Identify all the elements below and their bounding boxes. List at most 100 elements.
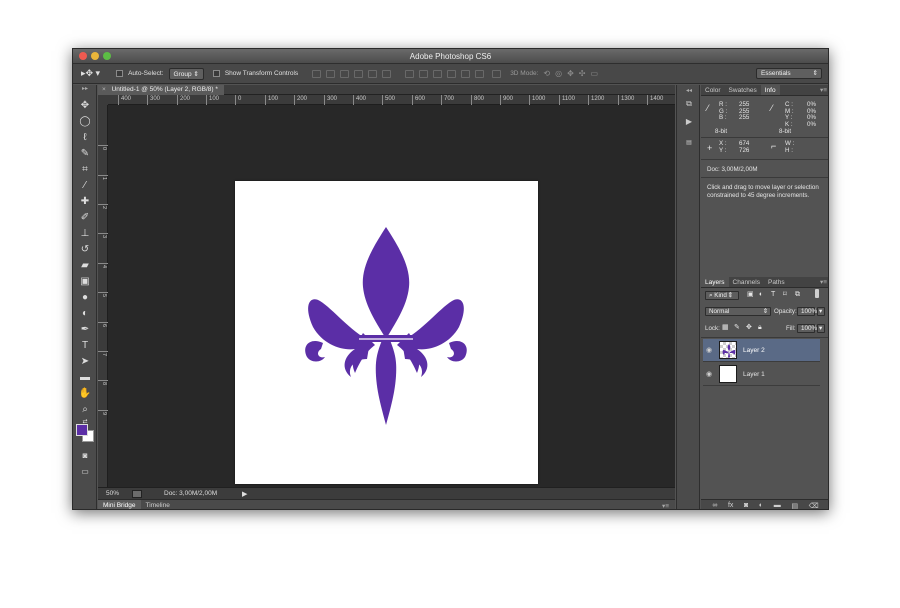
lock-image-icon[interactable]: ✎ [734,324,740,332]
align-vcenter-icon[interactable] [326,69,336,78]
layer-filter-dropdown[interactable]: ⌕ Kind ⇕ [705,291,739,300]
type-tool-icon[interactable]: T [77,339,93,353]
properties-panel-icon[interactable]: ▤ [683,139,695,149]
visibility-eye-icon[interactable]: ◉ [703,370,715,378]
lasso-tool-icon[interactable]: ℓ [77,131,93,145]
workspace-switcher[interactable]: Essentials ⇕ [756,68,822,79]
shape-tool-icon[interactable]: ▬ [77,371,93,385]
document-tab[interactable]: × Untitled-1 @ 50% (Layer 2, RGB/8) * [98,85,224,95]
filter-pixel-icon[interactable]: ▣ [747,291,754,299]
close-button[interactable] [79,52,87,60]
lock-all-icon[interactable]: 🔒︎ [758,324,762,332]
lock-transparent-icon[interactable]: ▦ [722,324,729,332]
layer-mask-icon[interactable]: ◙ [744,502,748,509]
3d-rotate-icon[interactable]: ⟲ [543,69,550,78]
panel-menu-icon[interactable]: ▾≡ [820,85,828,95]
eraser-tool-icon[interactable]: ▰ [77,259,93,273]
layer-row-layer-1[interactable]: ◉ Layer 1 [703,363,820,386]
history-panel-icon[interactable]: ⧉ [683,99,695,109]
distribute-hcenter-icon[interactable] [461,69,471,78]
filter-type-icon[interactable]: T [771,291,775,299]
filter-toggle[interactable] [815,289,819,298]
filter-adjustment-icon[interactable]: ◐ [759,291,763,299]
distribute-top-icon[interactable] [405,69,415,78]
opacity-slider-button[interactable]: ▾ [817,307,825,316]
minimize-button[interactable] [91,52,99,60]
adjustment-layer-icon[interactable]: ◐ [759,502,763,509]
healing-brush-tool-icon[interactable]: ✚ [77,195,93,209]
status-preview-icon[interactable] [132,489,142,498]
align-right-icon[interactable] [382,69,392,78]
tab-swatches[interactable]: Swatches [725,85,761,95]
align-hcenter-icon[interactable] [368,69,378,78]
brush-tool-icon[interactable]: ✐ [77,211,93,225]
3d-slide-icon[interactable]: ✣ [579,69,586,78]
tab-layers[interactable]: Layers [701,277,729,287]
filter-shape-icon[interactable]: ⌑ [783,291,787,299]
quick-selection-tool-icon[interactable]: ✎ [77,147,93,161]
tab-paths[interactable]: Paths [764,277,789,287]
lock-position-icon[interactable]: ✥ [746,324,752,332]
fill-slider-button[interactable]: ▾ [817,324,825,333]
marquee-tool-icon[interactable]: ◯ [77,115,93,129]
delete-layer-icon[interactable]: ⌫ [809,502,819,510]
horizontal-ruler[interactable]: 400 300 200 100 0 100 200 300 400 500 60… [108,95,675,105]
3d-roll-icon[interactable]: ◎ [555,69,562,78]
layer-style-icon[interactable]: fx [728,502,733,509]
auto-align-icon[interactable] [492,69,502,78]
ruler-origin[interactable] [98,95,108,105]
panel-menu-icon[interactable]: ▾≡ [662,502,669,510]
screen-mode-icon[interactable]: ▭ [77,465,93,479]
3d-scale-icon[interactable]: ▭ [590,69,598,78]
blur-tool-icon[interactable]: ● [77,291,93,305]
fill-field[interactable]: 100% [797,324,817,333]
tab-color[interactable]: Color [701,85,725,95]
auto-select-checkbox[interactable] [116,70,124,77]
distribute-left-icon[interactable] [447,69,457,78]
tab-channels[interactable]: Channels [729,277,764,287]
pen-tool-icon[interactable]: ✒ [77,323,93,337]
3d-drag-icon[interactable]: ✥ [567,69,574,78]
clone-stamp-tool-icon[interactable]: ⊥ [77,227,93,241]
tab-timeline[interactable]: Timeline [141,500,175,510]
zoom-button[interactable] [103,52,111,60]
path-selection-tool-icon[interactable]: ➤ [77,355,93,369]
vertical-ruler[interactable]: 0 1 2 3 4 5 6 7 8 9 [98,105,108,487]
close-tab-icon[interactable]: × [102,86,106,93]
layer-row-layer-2[interactable]: ◉ Layer 2 [703,339,820,362]
history-brush-tool-icon[interactable]: ↺ [77,243,93,257]
panel-menu-icon[interactable]: ▾≡ [820,277,828,287]
tab-mini-bridge[interactable]: Mini Bridge [98,499,141,509]
align-bottom-icon[interactable] [340,69,350,78]
crop-tool-icon[interactable]: ⌗ [77,163,93,177]
new-group-icon[interactable]: ▬ [774,502,781,509]
distribute-vcenter-icon[interactable] [419,69,429,78]
actions-panel-icon[interactable]: ▶ [683,117,695,127]
quick-mask-icon[interactable]: ◙ [77,449,93,463]
gradient-tool-icon[interactable]: ▣ [77,275,93,289]
expand-icon[interactable]: ◂◂ [683,87,695,97]
eyedropper-tool-icon[interactable]: ⁄ [77,179,93,193]
move-tool-preset-icon[interactable]: ▸✥ ▾ [81,68,100,79]
zoom-level[interactable]: 50% [98,490,132,497]
visibility-eye-icon[interactable]: ◉ [703,346,715,354]
new-layer-icon[interactable]: ▤ [791,502,798,510]
filter-smart-object-icon[interactable]: ⧉ [795,291,800,299]
status-menu-arrow-icon[interactable]: ▶ [242,490,247,498]
opacity-field[interactable]: 100% [797,307,817,316]
blend-mode-dropdown[interactable]: Normal ⇕ [705,307,771,316]
hand-tool-icon[interactable]: ✋ [77,387,93,401]
foreground-color-swatch[interactable] [76,424,88,436]
show-transform-checkbox[interactable] [212,70,220,77]
dodge-tool-icon[interactable]: ◐ [77,307,93,321]
auto-select-dropdown[interactable]: Group ⇕ [168,67,204,80]
document-canvas[interactable] [235,181,538,484]
collapse-icon[interactable]: ▸▸ [77,86,93,92]
distribute-bottom-icon[interactable] [433,69,443,78]
tab-info[interactable]: Info [760,85,780,95]
align-top-icon[interactable] [312,69,322,78]
distribute-right-icon[interactable] [475,69,485,78]
link-layers-icon[interactable]: ∞ [712,502,717,509]
move-tool-icon[interactable]: ✥ [77,99,93,113]
align-left-icon[interactable] [354,69,364,78]
